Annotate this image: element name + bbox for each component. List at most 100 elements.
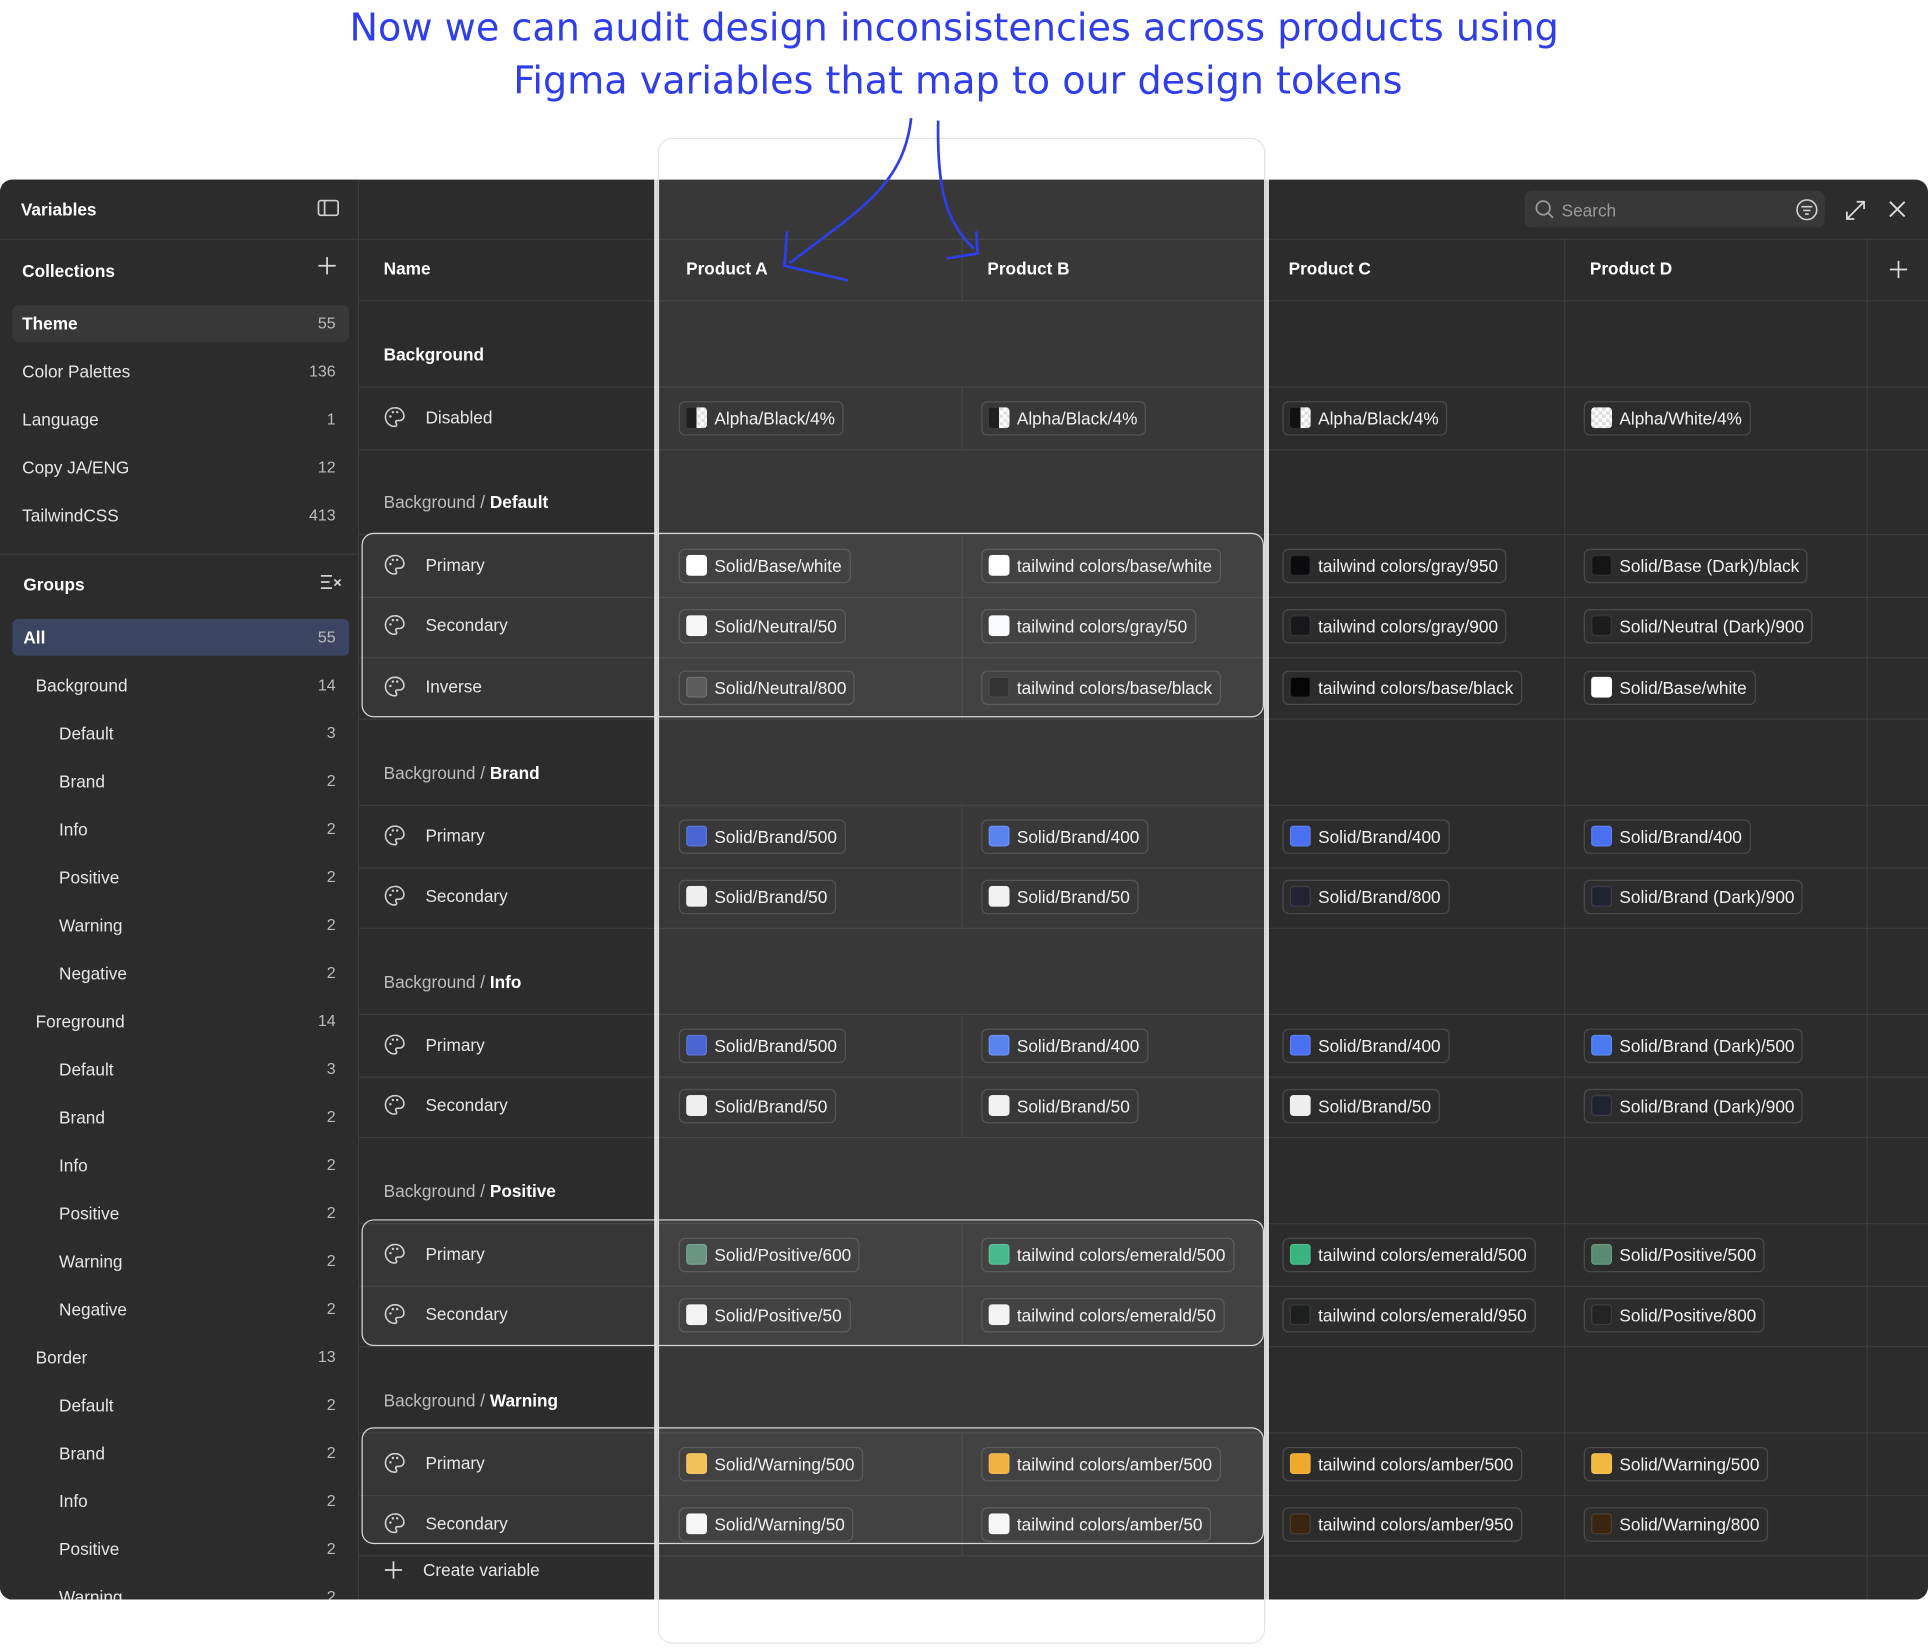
close-icon[interactable]: [1887, 199, 1907, 225]
color-value-chip[interactable]: tailwind colors/emerald/500: [981, 1237, 1235, 1273]
group-item[interactable]: Warning 2: [12, 1579, 349, 1599]
table-row[interactable]: Primary Solid/Base/white tailwind colors/b…: [359, 533, 1928, 598]
group-item[interactable]: Info 2: [12, 811, 349, 848]
color-value-chip[interactable]: tailwind colors/gray/50: [981, 609, 1196, 644]
color-value-chip[interactable]: Solid/Positive/500: [1583, 1237, 1765, 1273]
color-value-chip[interactable]: Solid/Brand (Dark)/500: [1583, 1028, 1804, 1064]
group-item[interactable]: All 55: [12, 618, 350, 656]
search-box[interactable]: Search: [1524, 190, 1825, 228]
color-value-chip[interactable]: Solid/Neutral (Dark)/900: [1583, 609, 1813, 644]
color-value-chip[interactable]: Solid/Brand/400: [1282, 819, 1450, 854]
color-value-chip[interactable]: Solid/Warning/50: [678, 1507, 854, 1542]
column-header-product-a[interactable]: Product A: [686, 258, 768, 278]
color-value-chip[interactable]: Solid/Brand (Dark)/900: [1583, 1088, 1804, 1124]
color-value-chip[interactable]: Solid/Brand/800: [1282, 879, 1450, 915]
group-item[interactable]: Foreground 14: [12, 1003, 349, 1040]
add-column-icon[interactable]: [1889, 260, 1909, 286]
table-row[interactable]: Inverse Solid/Neutral/800 tailwind colors/…: [359, 657, 1928, 720]
color-value-chip[interactable]: tailwind colors/gray/950: [1282, 548, 1507, 584]
table-row[interactable]: Primary Solid/Positive/600 tailwind colors…: [359, 1223, 1928, 1287]
table-row[interactable]: Primary Solid/Brand/500 Solid/Brand/400 Sol…: [359, 804, 1928, 869]
color-value-chip[interactable]: Solid/Base/white: [678, 548, 851, 584]
color-value-chip[interactable]: tailwind colors/emerald/50: [981, 1298, 1225, 1333]
collection-item[interactable]: Language 1: [12, 401, 349, 438]
group-item[interactable]: Default 3: [12, 715, 349, 752]
column-header-product-b[interactable]: Product B: [987, 258, 1069, 278]
color-value-chip[interactable]: Solid/Base (Dark)/black: [1583, 548, 1808, 584]
collection-item[interactable]: Theme 55: [12, 305, 350, 343]
color-value-chip[interactable]: Solid/Base/white: [1583, 670, 1756, 706]
search-input[interactable]: Search: [1562, 201, 1617, 221]
color-value-chip[interactable]: Solid/Warning/800: [1583, 1507, 1769, 1542]
color-value-chip[interactable]: Solid/Positive/50: [678, 1298, 851, 1333]
color-value-chip[interactable]: Alpha/Black/4%: [678, 401, 844, 436]
color-value-chip[interactable]: Solid/Warning/500: [1583, 1446, 1769, 1482]
column-header-product-d[interactable]: Product D: [1590, 258, 1672, 278]
color-value-chip[interactable]: tailwind colors/base/black: [981, 670, 1221, 706]
filter-icon[interactable]: [1795, 198, 1818, 228]
group-item[interactable]: Brand 2: [12, 1435, 349, 1472]
table-row[interactable]: Secondary Solid/Positive/50 tailwind color…: [359, 1284, 1928, 1348]
color-value-chip[interactable]: tailwind colors/base/black: [1282, 670, 1522, 706]
color-value-chip[interactable]: Alpha/Black/4%: [981, 401, 1147, 436]
group-item[interactable]: Border 13: [12, 1339, 349, 1376]
add-collection-icon[interactable]: [317, 256, 337, 282]
group-item[interactable]: Negative 2: [12, 955, 349, 992]
group-item[interactable]: Default 2: [12, 1387, 349, 1424]
table-row[interactable]: Secondary Solid/Warning/50 tailwind colors…: [359, 1493, 1928, 1557]
color-value-chip[interactable]: Solid/Neutral/800: [678, 670, 856, 706]
group-item[interactable]: Warning 2: [12, 1243, 349, 1280]
collection-item[interactable]: Copy JA/ENG 12: [12, 449, 349, 486]
expand-icon[interactable]: [1844, 199, 1866, 227]
color-value-chip[interactable]: tailwind colors/amber/950: [1282, 1507, 1522, 1542]
color-value-chip[interactable]: Solid/Positive/800: [1583, 1298, 1765, 1333]
create-variable-button[interactable]: Create variable: [384, 1558, 581, 1583]
group-item[interactable]: Brand 2: [12, 1099, 349, 1136]
table-row[interactable]: Primary Solid/Brand/500 Solid/Brand/400 Sol…: [359, 1013, 1928, 1078]
group-item[interactable]: Brand 2: [12, 763, 349, 800]
group-item[interactable]: Info 2: [12, 1147, 349, 1184]
color-value-chip[interactable]: tailwind colors/base/white: [981, 548, 1221, 584]
color-value-chip[interactable]: Solid/Brand/50: [678, 1088, 836, 1124]
collection-item[interactable]: Color Palettes 136: [12, 353, 349, 390]
color-value-chip[interactable]: tailwind colors/gray/900: [1282, 609, 1507, 644]
group-item[interactable]: Positive 2: [12, 859, 349, 896]
color-value-chip[interactable]: Solid/Brand/50: [1282, 1088, 1440, 1124]
group-item[interactable]: Default 3: [12, 1051, 349, 1088]
color-value-chip[interactable]: Solid/Brand/50: [678, 879, 836, 915]
table-row[interactable]: Secondary Solid/Brand/50 Solid/Brand/50 Sol…: [359, 866, 1928, 929]
group-item[interactable]: Warning 2: [12, 907, 349, 944]
column-header-product-c[interactable]: Product C: [1289, 258, 1371, 278]
table-row[interactable]: Disabled Alpha/Black/4% Alpha/Black/4% Alph…: [359, 386, 1928, 451]
color-value-chip[interactable]: tailwind colors/emerald/950: [1282, 1298, 1536, 1333]
color-value-chip[interactable]: Alpha/White/4%: [1583, 401, 1751, 436]
color-value-chip[interactable]: Solid/Positive/600: [678, 1237, 860, 1273]
color-value-chip[interactable]: Alpha/Black/4%: [1282, 401, 1448, 436]
color-value-chip[interactable]: Solid/Brand/400: [1282, 1028, 1450, 1064]
color-value-chip[interactable]: tailwind colors/amber/500: [981, 1446, 1221, 1482]
table-row[interactable]: Primary Solid/Warning/500 tailwind colors/…: [359, 1432, 1928, 1497]
color-value-chip[interactable]: tailwind colors/amber/500: [1282, 1446, 1522, 1482]
group-item[interactable]: Positive 2: [12, 1195, 349, 1232]
color-value-chip[interactable]: Solid/Brand/50: [981, 1088, 1139, 1124]
table-row[interactable]: Secondary Solid/Brand/50 Solid/Brand/50 Sol…: [359, 1075, 1928, 1139]
color-value-chip[interactable]: tailwind colors/emerald/500: [1282, 1237, 1536, 1273]
group-item[interactable]: Background 14: [12, 667, 349, 704]
sidebar-toggle-icon[interactable]: [317, 198, 340, 224]
group-item[interactable]: Positive 2: [12, 1531, 349, 1568]
group-item[interactable]: Info 2: [12, 1483, 349, 1520]
color-value-chip[interactable]: Solid/Warning/500: [678, 1446, 864, 1482]
color-value-chip[interactable]: Solid/Brand/500: [678, 1028, 846, 1064]
color-value-chip[interactable]: Solid/Brand (Dark)/900: [1583, 879, 1804, 915]
color-value-chip[interactable]: Solid/Brand/400: [981, 1028, 1149, 1064]
color-value-chip[interactable]: Solid/Brand/400: [1583, 819, 1751, 854]
color-value-chip[interactable]: Solid/Brand/50: [981, 879, 1139, 915]
color-value-chip[interactable]: Solid/Brand/400: [981, 819, 1149, 854]
color-value-chip[interactable]: Solid/Neutral/50: [678, 609, 846, 644]
color-value-chip[interactable]: tailwind colors/amber/50: [981, 1507, 1212, 1542]
color-value-chip[interactable]: Solid/Brand/500: [678, 819, 846, 854]
group-item[interactable]: Negative 2: [12, 1291, 349, 1328]
table-row[interactable]: Secondary Solid/Neutral/50 tailwind colors…: [359, 595, 1928, 659]
groups-filter-icon[interactable]: [320, 572, 342, 598]
collection-item[interactable]: TailwindCSS 413: [12, 497, 349, 534]
